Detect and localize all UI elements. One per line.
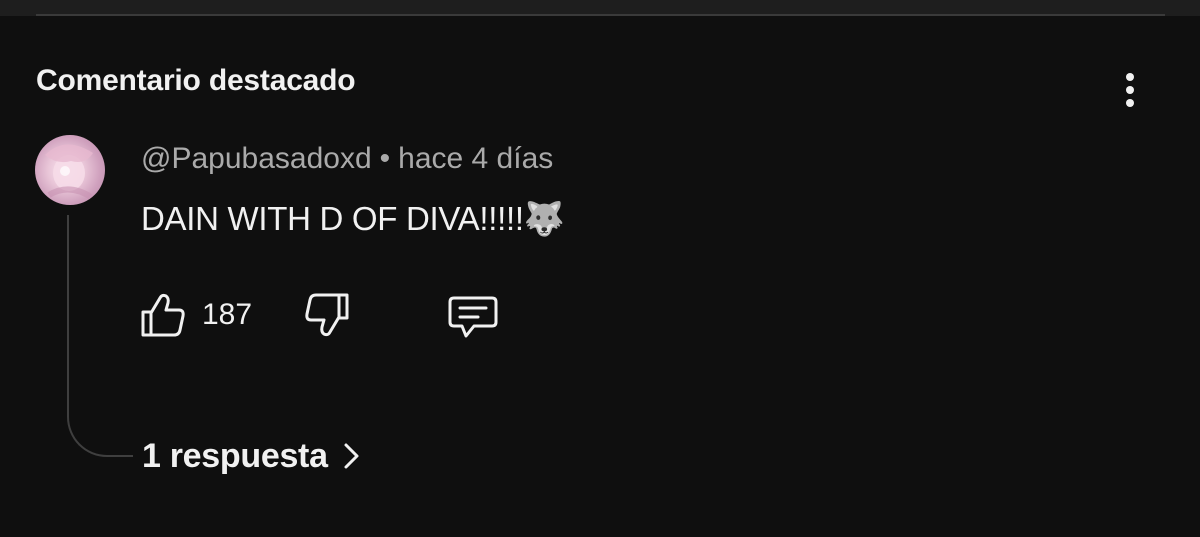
more-options-button[interactable]: [1110, 68, 1150, 112]
section-title: Comentario destacado: [36, 64, 356, 97]
more-vertical-icon-dot: [1126, 99, 1134, 107]
chevron-right-icon: [344, 443, 359, 469]
comment-time[interactable]: hace 4 días: [398, 142, 553, 175]
comment-text: DAIN WITH D OF DIVA!!!!!🐺: [141, 200, 565, 237]
comment-section: Comentario destacado @Papubasadoxd • hace …: [0, 0, 1200, 537]
comment-meta: @Papubasadoxd • hace 4 días: [141, 142, 553, 176]
replies-label: 1 respuesta: [142, 436, 328, 475]
thread-line: [67, 215, 133, 457]
thumbs-up-icon: [141, 293, 185, 337]
like-count: 187: [202, 298, 253, 331]
more-vertical-icon-dot: [1126, 86, 1134, 94]
comment-icon: [448, 296, 498, 338]
top-divider: [36, 14, 1165, 16]
like-button[interactable]: [138, 290, 188, 340]
dislike-button[interactable]: [302, 290, 352, 340]
more-vertical-icon: [1126, 73, 1134, 81]
meta-separator: •: [379, 142, 391, 175]
thumbs-down-icon: [305, 293, 349, 337]
avatar[interactable]: [35, 135, 105, 205]
replies-link[interactable]: 1 respuesta: [142, 434, 364, 478]
reply-button[interactable]: [446, 290, 500, 340]
avatar-image: [45, 144, 93, 200]
author-name[interactable]: @Papubasadoxd: [141, 142, 372, 175]
